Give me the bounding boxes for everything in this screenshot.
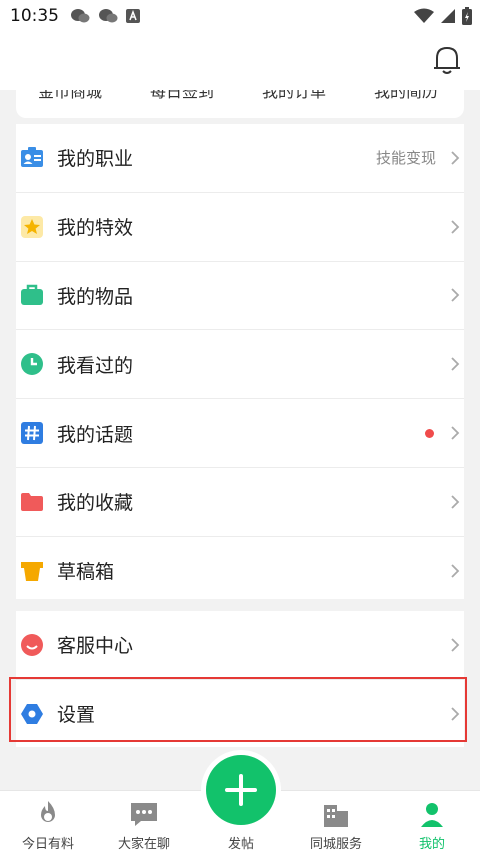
unread-dot xyxy=(425,428,434,438)
menu-item-label: 草稿箱 xyxy=(57,561,115,584)
flame-refresh-icon xyxy=(41,801,55,822)
menu-item-label: 我的收藏 xyxy=(57,492,134,515)
menu-item-favorites[interactable]: 我的收藏 xyxy=(16,468,464,537)
hashtag-icon xyxy=(19,420,45,446)
quick-entry-my-resume[interactable]: 我的简历 xyxy=(374,90,438,102)
chevron-right-icon xyxy=(451,638,460,652)
menu-item-label: 我的话题 xyxy=(57,423,134,446)
building-icon xyxy=(324,805,348,827)
settings-highlight-box xyxy=(9,677,467,742)
quick-entry-coin-mall[interactable]: 金币商城 xyxy=(38,90,102,102)
chevron-right-icon xyxy=(451,495,460,509)
wechat-icon xyxy=(71,9,90,23)
profile-icon xyxy=(421,803,443,827)
battery-icon xyxy=(462,7,472,25)
career-hint: 技能变现 xyxy=(375,149,436,168)
menu-item-label: 我的职业 xyxy=(57,148,134,171)
chat-bubble-icon xyxy=(131,803,157,826)
menu-item-my-career[interactable]: 我的职业 技能变现 xyxy=(16,124,464,193)
text-a-icon xyxy=(126,9,140,23)
menu-item-my-effects[interactable]: 我的特效 xyxy=(16,193,464,262)
smile-bubble-icon xyxy=(19,632,45,658)
id-card-icon xyxy=(19,145,45,171)
clock-icon xyxy=(19,351,45,377)
post-button[interactable] xyxy=(206,755,276,825)
post-button-label: 发帖 xyxy=(227,837,254,852)
wifi-icon xyxy=(414,8,434,23)
briefcase-icon xyxy=(19,282,45,308)
chevron-right-icon xyxy=(451,288,460,303)
tab-chat[interactable]: 大家在聊 xyxy=(96,791,192,856)
menu-item-label: 客服中心 xyxy=(57,635,134,658)
quick-entry-strip: 金币商城 每日签到 我的订单 我的简历 xyxy=(16,90,464,118)
folder-icon xyxy=(19,489,45,515)
menu-card-main: 我的职业 技能变现 我的特效 我的物品 我看过的 我的话题 我的收藏 草稿箱 xyxy=(16,124,464,599)
quick-entry-my-orders[interactable]: 我的订单 xyxy=(262,90,326,102)
menu-item-label: 我的物品 xyxy=(57,285,134,308)
plus-icon xyxy=(225,774,257,806)
chevron-right-icon xyxy=(451,220,460,234)
tab-today[interactable]: 今日有料 xyxy=(0,791,96,856)
header xyxy=(0,34,480,90)
tab-label: 大家在聊 xyxy=(117,837,170,852)
menu-item-label: 我的特效 xyxy=(57,217,134,240)
menu-item-my-topics[interactable]: 我的话题 xyxy=(16,399,464,468)
wechat-icon xyxy=(99,9,118,23)
star-sparkle-icon xyxy=(19,214,45,240)
tab-mine[interactable]: 我的 xyxy=(384,791,480,856)
tab-city-service[interactable]: 同城服务 xyxy=(288,791,384,856)
tab-label: 我的 xyxy=(418,837,445,852)
chevron-right-icon xyxy=(451,426,460,440)
status-notification-icons xyxy=(70,8,140,24)
status-system-icons xyxy=(414,7,472,25)
quick-entry-daily-checkin[interactable]: 每日签到 xyxy=(150,90,214,102)
draft-box-icon xyxy=(19,558,45,584)
tab-label: 同城服务 xyxy=(309,837,362,852)
menu-item-label: 我看过的 xyxy=(57,354,134,377)
chevron-right-icon xyxy=(451,564,460,578)
menu-item-customer-service[interactable]: 客服中心 xyxy=(16,611,464,680)
status-time: 10:35 xyxy=(10,6,59,26)
tab-label: 今日有料 xyxy=(21,837,74,852)
status-bar: 10:35 xyxy=(0,0,480,34)
bell-icon[interactable] xyxy=(432,44,462,76)
menu-item-my-items[interactable]: 我的物品 xyxy=(16,262,464,331)
signal-icon xyxy=(441,9,455,23)
chevron-right-icon xyxy=(451,151,460,165)
chevron-right-icon xyxy=(451,357,460,371)
menu-item-viewed[interactable]: 我看过的 xyxy=(16,330,464,400)
menu-item-drafts[interactable]: 草稿箱 xyxy=(16,537,464,605)
